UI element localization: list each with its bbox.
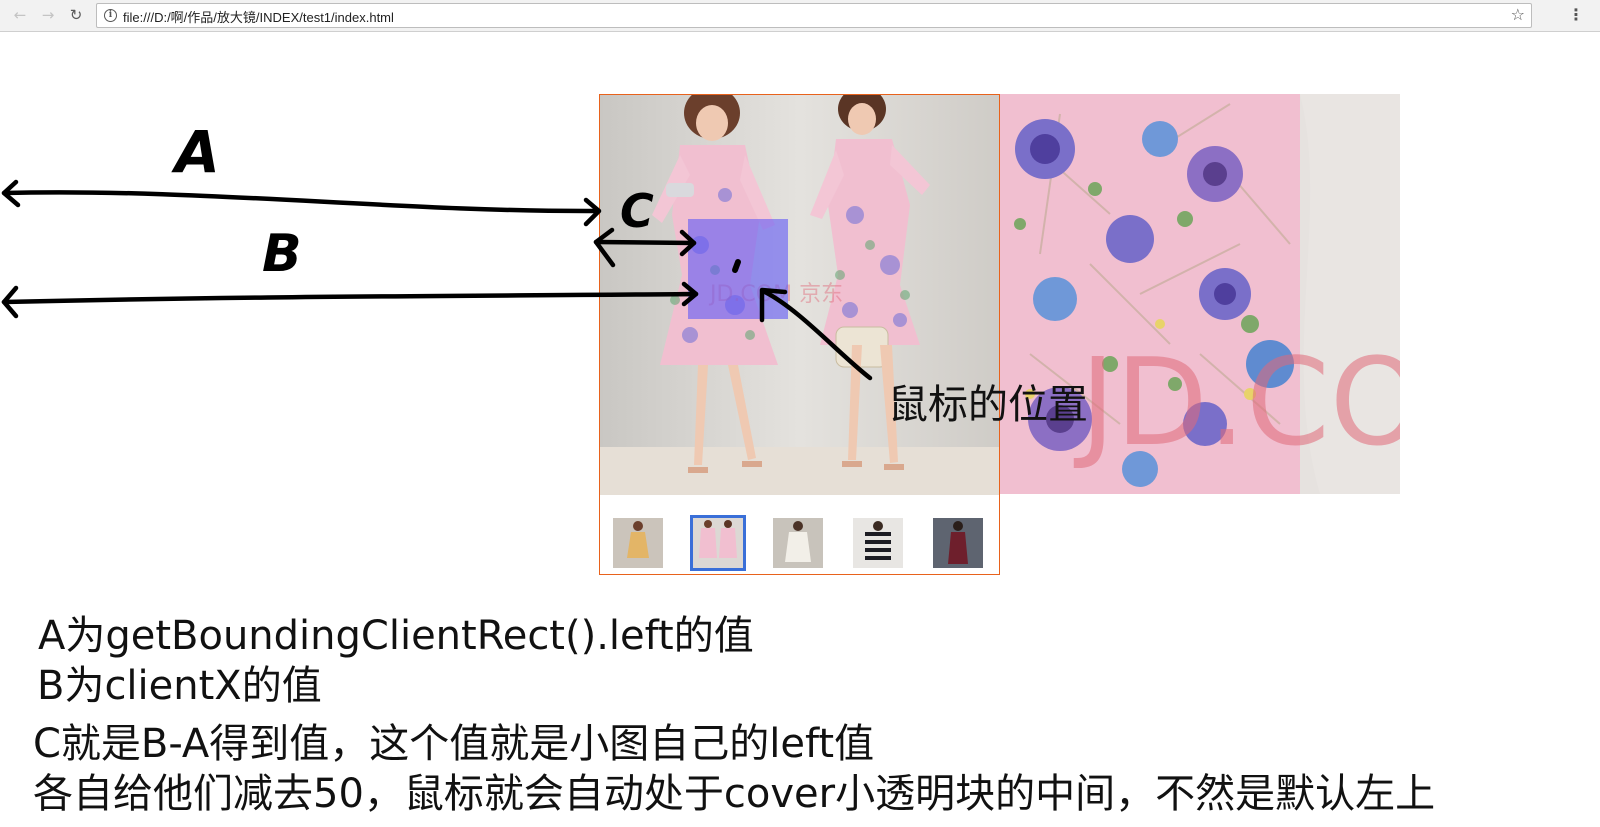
label-b: B — [262, 224, 302, 284]
explanation-line-3: C就是B-A得到值，这个值就是小图自己的left值 — [33, 721, 875, 767]
bookmark-star-icon[interactable]: ☆ — [1511, 5, 1525, 24]
product-image: JD.COM 京东 — [600, 95, 999, 495]
forward-arrow-icon[interactable]: → — [38, 5, 58, 25]
back-arrow-icon[interactable]: ← — [10, 5, 30, 25]
explanation-line-2: B为clientX的值 — [37, 663, 322, 709]
cover-mask — [688, 219, 788, 319]
arrow-a — [1, 190, 601, 214]
address-bar[interactable]: i file:///D:/啊/作品/放大镜/INDEX/test1/index.… — [96, 3, 1532, 28]
big-watermark: JD.CO — [1073, 334, 1400, 473]
zoomed-image: JD.CO — [1000, 94, 1400, 494]
zoomed-image-box: JD.CO — [1000, 94, 1400, 494]
reload-icon[interactable]: ↻ — [66, 5, 86, 25]
menu-icon[interactable]: ⋮ — [1568, 5, 1584, 24]
mouse-position-label: 鼠标的位置 — [888, 382, 1088, 428]
label-c: C — [620, 184, 654, 238]
small-image-box[interactable]: JD.COM 京东 — [599, 94, 1000, 575]
thumb-white-dress[interactable] — [773, 518, 823, 568]
browser-toolbar: ← → ↻ i file:///D:/啊/作品/放大镜/INDEX/test1/… — [0, 0, 1600, 32]
explanation-line-4: 各自给他们减去50，鼠标就会自动处于cover小透明块的中间，不然是默认左上 — [33, 771, 1436, 817]
url-text[interactable]: file:///D:/啊/作品/放大镜/INDEX/test1/index.ht… — [123, 7, 394, 26]
thumb-pink-floral-dress[interactable] — [690, 515, 746, 571]
info-icon[interactable]: i — [104, 9, 117, 22]
arrow-b — [1, 291, 699, 305]
thumb-striped-top[interactable] — [853, 518, 903, 568]
thumb-burgundy-dress[interactable] — [933, 518, 983, 568]
thumb-yellow-dress[interactable] — [613, 518, 663, 568]
label-a: A — [175, 118, 220, 186]
explanation-line-1: A为getBoundingClientRect().left的值 — [38, 613, 754, 659]
